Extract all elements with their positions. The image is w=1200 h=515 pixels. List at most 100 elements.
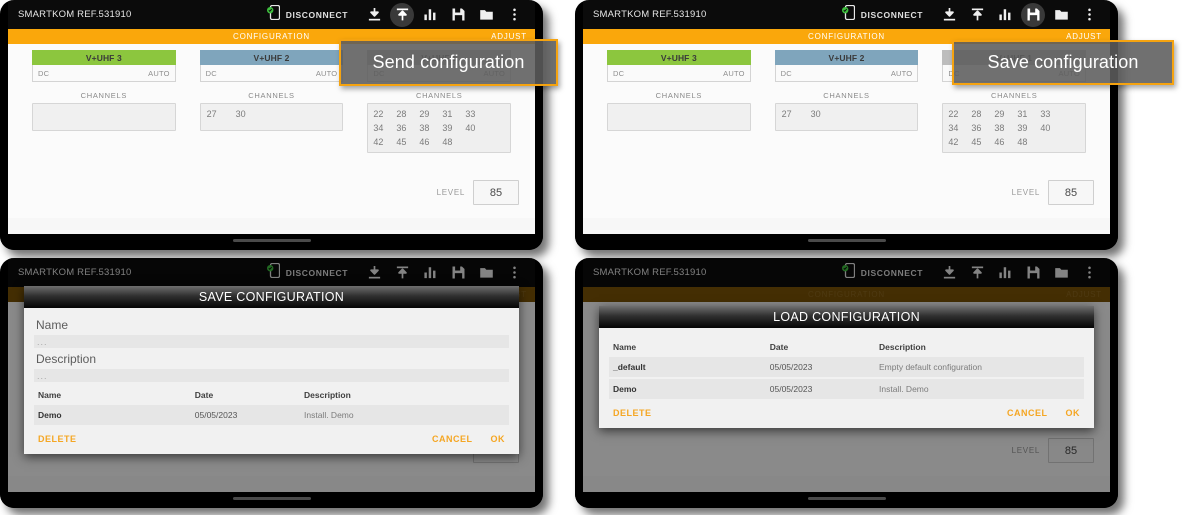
gesture-pill[interactable] <box>232 497 311 500</box>
upload-icon[interactable] <box>388 3 416 27</box>
level-label: LEVEL <box>1011 188 1040 197</box>
channel-value: 33 <box>1040 109 1051 119</box>
channel-value: 48 <box>442 137 453 147</box>
device-panel-send-configuration: SMARTKOM REF.531910 DISCONNECT CONFIGURA… <box>0 0 543 250</box>
bar-chart-icon[interactable] <box>991 3 1019 27</box>
table-row[interactable]: Demo 05/05/2023 Install. Demo <box>609 377 1084 399</box>
channels-box[interactable]: 22 28 29 31 33 34 36 38 39 40 42 45 46 4… <box>367 103 512 153</box>
dialog-actions: DELETE CANCEL OK <box>609 399 1084 428</box>
phone-screen: SMARTKOM REF.531910 DISCONNECT <box>8 258 535 492</box>
connection-status[interactable]: DISCONNECT <box>841 4 923 25</box>
ribbon-title: CONFIGURATION <box>233 32 310 41</box>
gesture-pill[interactable] <box>807 239 886 242</box>
channel-value: 34 <box>373 123 384 133</box>
channel-value: 42 <box>373 137 384 147</box>
android-navigation-bar <box>0 492 543 508</box>
device-panel-load-dialog: SMARTKOM REF.531910 DISCONNECT CONFIGURA… <box>575 258 1118 508</box>
channel-value: 27 <box>206 109 217 119</box>
module-column: V+UHF 2 DC AUTO CHANNELS 27 30 <box>188 50 356 153</box>
delete-button[interactable]: DELETE <box>613 408 652 418</box>
channel-value: 30 <box>810 109 821 119</box>
table-header-row: Name Date Description <box>609 338 1084 357</box>
module-column: V+UHF 3 DC AUTO CHANNELS <box>20 50 188 153</box>
dialog-title: LOAD CONFIGURATION <box>599 306 1094 328</box>
ok-button[interactable]: OK <box>491 434 506 444</box>
folder-icon[interactable] <box>1047 3 1075 27</box>
cancel-button[interactable]: CANCEL <box>432 434 473 444</box>
name-placeholder: ... <box>37 337 48 347</box>
download-icon[interactable] <box>935 3 963 27</box>
module-subrow: DC AUTO <box>607 65 751 82</box>
channels-box[interactable]: 22 28 29 31 33 34 36 38 39 40 42 45 46 4… <box>942 103 1087 153</box>
table-row[interactable]: _default 05/05/2023 Empty default config… <box>609 357 1084 378</box>
module-power-mode: DC <box>38 68 50 78</box>
channels-box[interactable]: 27 30 <box>774 103 919 131</box>
cell-date: 05/05/2023 <box>190 405 300 425</box>
tooltip-save-configuration: Save configuration <box>952 40 1174 85</box>
name-input[interactable]: ... <box>34 335 509 348</box>
app-title: SMARTKOM REF.531910 <box>18 9 132 20</box>
connection-status[interactable]: DISCONNECT <box>266 4 348 25</box>
folder-icon[interactable] <box>472 3 500 27</box>
upload-icon[interactable] <box>963 3 991 27</box>
channels-label: CHANNELS <box>415 91 463 100</box>
overflow-menu-icon[interactable] <box>1075 3 1103 27</box>
channel-value: 45 <box>971 137 982 147</box>
delete-button[interactable]: DELETE <box>38 434 77 444</box>
channel-value: 45 <box>396 137 407 147</box>
dialog-title: SAVE CONFIGURATION <box>24 286 519 308</box>
connection-label: DISCONNECT <box>860 9 923 20</box>
column-header-name: Name <box>38 390 62 400</box>
module-power-mode: DC <box>613 68 625 78</box>
channel-value: 30 <box>235 109 246 119</box>
module-column: V+UHF 2 DC AUTO CHANNELS 27 30 <box>763 50 931 153</box>
level-label: LEVEL <box>436 188 465 197</box>
column-header-description: Description <box>304 390 351 400</box>
channels-box[interactable] <box>607 103 751 131</box>
ok-button[interactable]: OK <box>1066 408 1081 418</box>
column-header-date: Date <box>769 342 789 352</box>
phone-link-icon <box>841 4 855 25</box>
module-power-mode: DC <box>205 68 217 78</box>
phone-screen: SMARTKOM REF.531910 DISCONNECT <box>583 258 1110 492</box>
dialog-body: Name ... Description ... Name Date Descr… <box>24 308 519 454</box>
save-icon[interactable] <box>1019 3 1047 27</box>
gesture-pill[interactable] <box>807 497 886 500</box>
phone-link-icon <box>266 4 280 25</box>
column-header-date: Date <box>194 390 214 400</box>
phone-screen: SMARTKOM REF.531910 DISCONNECT <box>583 0 1110 234</box>
level-value[interactable]: 85 <box>1048 180 1094 205</box>
module-subrow: DC AUTO <box>32 65 176 82</box>
name-label: Name <box>36 318 69 332</box>
cell-date: 05/05/2023 <box>765 377 875 399</box>
module-subrow: DC AUTO <box>199 65 344 82</box>
dialog-body: Name Date Description _default 05/05/202… <box>599 328 1094 428</box>
column-header-name: Name <box>613 342 637 352</box>
module-title: V+UHF 2 <box>199 50 344 65</box>
description-label: Description <box>36 352 97 366</box>
channel-value: 31 <box>1017 109 1028 119</box>
channels-label: CHANNELS <box>823 91 870 100</box>
channel-value: 29 <box>994 109 1005 119</box>
description-input[interactable]: ... <box>34 369 509 382</box>
level-value[interactable]: 85 <box>473 180 519 205</box>
android-navigation-bar <box>575 234 1118 250</box>
cancel-button[interactable]: CANCEL <box>1007 408 1048 418</box>
channels-box[interactable]: 27 30 <box>199 103 344 131</box>
channels-label: CHANNELS <box>80 91 128 100</box>
module-gain-mode: AUTO <box>148 68 170 78</box>
module-title: V+UHF 2 <box>774 50 919 65</box>
gesture-pill[interactable] <box>232 239 311 242</box>
download-icon[interactable] <box>360 3 388 27</box>
overflow-menu-icon[interactable] <box>500 3 528 27</box>
table-row[interactable]: Demo 05/05/2023 Install. Demo <box>34 405 509 425</box>
action-bar: SMARTKOM REF.531910 DISCONNECT <box>8 0 535 29</box>
module-title: V+UHF 3 <box>607 50 751 65</box>
screenshot-stage: SMARTKOM REF.531910 DISCONNECT CONFIGURA… <box>0 0 1200 515</box>
channel-value: 29 <box>419 109 430 119</box>
save-icon[interactable] <box>444 3 472 27</box>
module-title: V+UHF 3 <box>32 50 176 65</box>
bar-chart-icon[interactable] <box>416 3 444 27</box>
channel-value: 39 <box>1017 123 1028 133</box>
channels-box[interactable] <box>32 103 176 131</box>
